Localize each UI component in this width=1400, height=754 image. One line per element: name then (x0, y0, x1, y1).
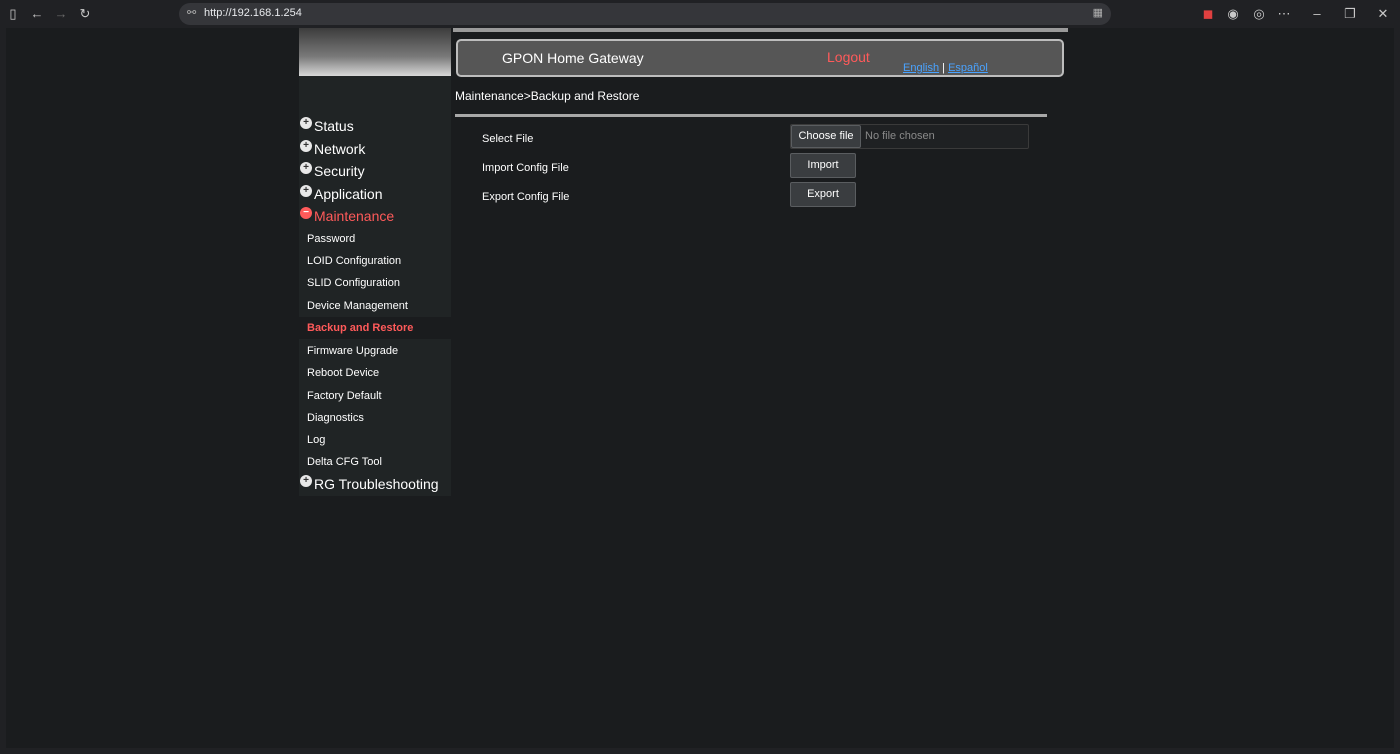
plus-icon: + (300, 475, 312, 487)
restore-icon[interactable]: ❐ (1341, 5, 1359, 23)
export-config-label: Export Config File (482, 191, 570, 203)
import-button[interactable]: Import (790, 153, 856, 178)
forward-icon[interactable]: → (52, 5, 70, 23)
menu-item-label: RG Troubleshooting (314, 476, 439, 492)
browser-toolbar: ▯ ← → ↻ ⚯ http://192.168.1.254 ▦ ◼ ◉ ◎ ⋯… (0, 0, 1400, 28)
plus-icon: + (300, 117, 312, 129)
plus-icon: + (300, 140, 312, 152)
submenu-item-delta-cfg[interactable]: Delta CFG Tool (307, 456, 382, 468)
page-viewport: GPON Home Gateway Logout English | Españ… (6, 28, 1394, 748)
profile-icon[interactable]: ◎ (1250, 5, 1268, 23)
menu-item-label: Security (314, 163, 365, 179)
url-text[interactable]: http://192.168.1.254 (204, 7, 302, 19)
gateway-title: GPON Home Gateway (502, 50, 644, 66)
logo-area (299, 28, 451, 76)
menu-item-label: Application (314, 186, 383, 202)
choose-file-button[interactable]: Choose file (791, 125, 861, 148)
submenu-item-reboot[interactable]: Reboot Device (307, 367, 379, 379)
submenu-item-slid[interactable]: SLID Configuration (307, 277, 400, 289)
english-link[interactable]: English (903, 62, 939, 74)
submenu-item-log[interactable]: Log (307, 434, 325, 446)
file-input[interactable]: Choose file No file chosen (790, 124, 1029, 149)
minimize-icon[interactable]: – (1308, 5, 1326, 23)
reader-mode-icon[interactable]: ▦ (1093, 6, 1103, 19)
close-icon[interactable]: ✕ (1374, 5, 1392, 23)
breadcrumb: Maintenance>Backup and Restore (455, 89, 640, 103)
menu-item-security[interactable]: + Security (300, 162, 365, 179)
menu-item-network[interactable]: + Network (300, 140, 366, 157)
lang-separator: | (942, 62, 945, 74)
back-icon[interactable]: ← (28, 5, 46, 23)
menu-item-label: Maintenance (314, 208, 395, 224)
submenu-item-factory[interactable]: Factory Default (307, 390, 382, 402)
submenu-item-password[interactable]: Password (307, 233, 355, 245)
sidebar-toggle-icon[interactable]: ▯ (4, 5, 22, 23)
minus-icon: − (300, 207, 312, 219)
submenu-item-loid[interactable]: LOID Configuration (307, 255, 401, 267)
menu-item-label: Status (314, 118, 354, 134)
plus-icon: + (300, 185, 312, 197)
file-status-text: No file chosen (865, 130, 935, 142)
title-divider (455, 114, 1047, 117)
select-file-label: Select File (482, 133, 534, 145)
language-switcher: English | Español (903, 62, 988, 74)
address-bar[interactable]: ⚯ http://192.168.1.254 ▦ (179, 3, 1111, 25)
submenu-item-firmware[interactable]: Firmware Upgrade (307, 345, 398, 357)
menu-item-maintenance[interactable]: − Maintenance (300, 207, 395, 224)
top-accent-line (453, 28, 1068, 32)
logout-link[interactable]: Logout (827, 49, 870, 65)
more-menu-icon[interactable]: ⋯ (1275, 5, 1293, 23)
header-bar: GPON Home Gateway Logout English | Españ… (456, 39, 1064, 77)
espanol-link[interactable]: Español (948, 62, 988, 74)
import-config-label: Import Config File (482, 162, 569, 174)
extension-icon[interactable]: ◉ (1224, 5, 1242, 23)
menu-item-application[interactable]: + Application (300, 185, 383, 202)
ublock-extension-icon[interactable]: ◼ (1199, 5, 1217, 23)
plus-icon: + (300, 162, 312, 174)
menu-item-label: Network (314, 141, 366, 157)
menu-item-rg-troubleshooting[interactable]: + RG Troubleshooting (300, 475, 439, 492)
submenu-item-backup-restore[interactable]: Backup and Restore (307, 322, 413, 334)
reload-icon[interactable]: ↻ (76, 5, 94, 23)
site-info-icon[interactable]: ⚯ (187, 6, 196, 19)
menu-item-status[interactable]: + Status (300, 117, 354, 134)
submenu-item-device-management[interactable]: Device Management (307, 300, 408, 312)
submenu-item-diagnostics[interactable]: Diagnostics (307, 412, 364, 424)
export-button[interactable]: Export (790, 182, 856, 207)
